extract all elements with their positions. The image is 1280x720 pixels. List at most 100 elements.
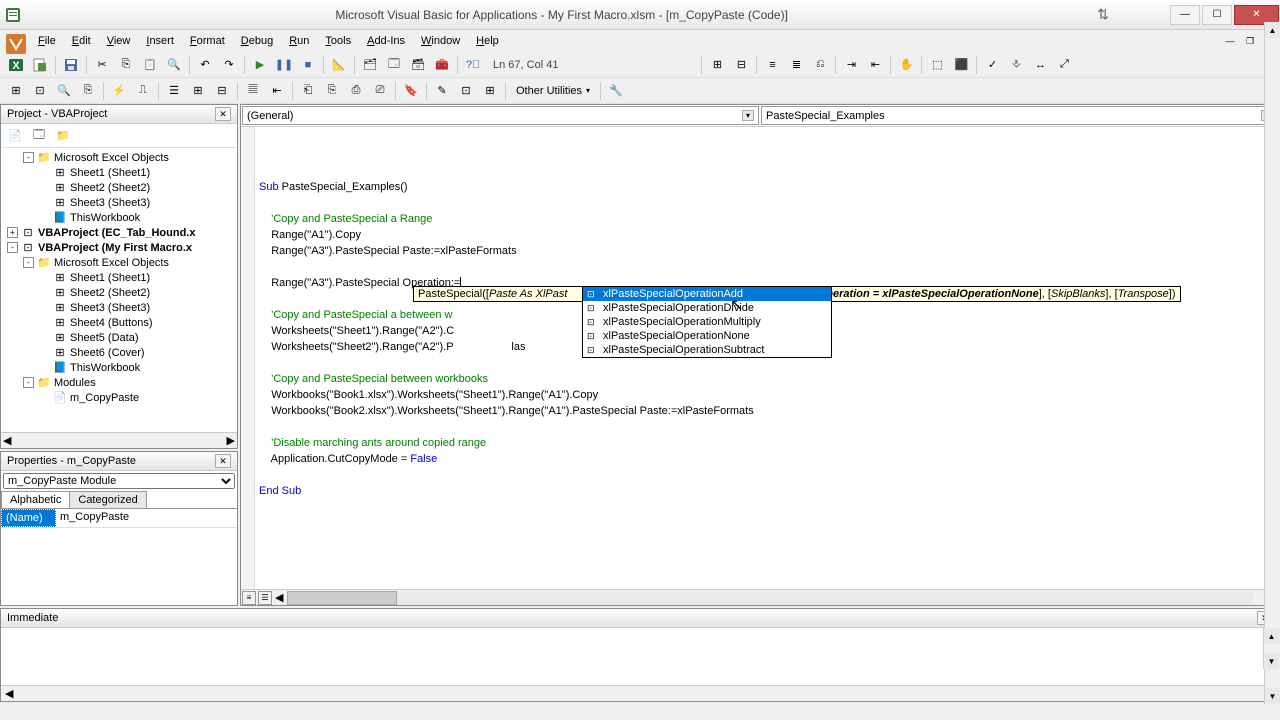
tb-icon-5[interactable]: ⎌ [809, 54, 831, 76]
object-browser-icon[interactable]: 🗃 [407, 54, 429, 76]
properties-object-select[interactable]: m_CopyPaste Module [3, 473, 235, 489]
reset-icon[interactable]: ■ [297, 54, 319, 76]
maximize-button[interactable]: ☐ [1202, 5, 1232, 25]
tree-toggle[interactable]: - [23, 257, 34, 268]
menu-window[interactable]: Window [413, 33, 468, 49]
tree-node[interactable]: ⊞Sheet2 (Sheet2) [3, 180, 235, 195]
tb-icon-8[interactable]: ✓ [981, 54, 1003, 76]
indent-icon[interactable]: ⇥ [840, 54, 862, 76]
tree-node[interactable]: 📘ThisWorkbook [3, 210, 235, 225]
object-dropdown[interactable]: (General) [242, 106, 759, 125]
tree-toggle[interactable]: + [7, 227, 18, 238]
code-editor[interactable]: Sub PasteSpecial_Examples() 'Copy and Pa… [241, 127, 1279, 589]
tb-icon-10[interactable]: ↔ [1029, 54, 1051, 76]
tree-node[interactable]: -📁Microsoft Excel Objects [3, 255, 235, 270]
tb-icon-2[interactable]: ⊟ [730, 54, 752, 76]
tb2-12[interactable]: ⎗ [297, 80, 319, 102]
tb2-8[interactable]: ⊞ [187, 80, 209, 102]
view-excel-icon[interactable]: X [5, 54, 27, 76]
tb2-2[interactable]: ⊡ [29, 80, 51, 102]
intellisense-item[interactable]: ⊡xlPasteSpecialOperationNone [583, 329, 831, 343]
tb2-11[interactable]: ⇤ [266, 80, 288, 102]
help-icon[interactable]: ?⃝ [462, 54, 484, 76]
full-module-view-icon[interactable]: ☰ [258, 591, 272, 605]
tb2-4[interactable]: ⎘ [77, 80, 99, 102]
toolbox-icon[interactable]: 🧰 [431, 54, 453, 76]
tree-node[interactable]: ⊞Sheet4 (Buttons) [3, 315, 235, 330]
menu-help[interactable]: Help [468, 33, 507, 49]
project-close-button[interactable]: ✕ [215, 107, 231, 121]
tree-node[interactable]: -📁Modules [3, 375, 235, 390]
tree-toggle[interactable]: - [7, 242, 18, 253]
menu-tools[interactable]: Tools [317, 33, 359, 49]
tb2-7[interactable]: ☰ [163, 80, 185, 102]
mdi-restore[interactable]: ❐ [1241, 33, 1259, 49]
menu-debug[interactable]: Debug [233, 33, 281, 49]
tab-alphabetic[interactable]: Alphabetic [1, 491, 70, 508]
paste-icon[interactable]: 📋 [139, 54, 161, 76]
tree-node[interactable]: -📁Microsoft Excel Objects [3, 150, 235, 165]
procedure-view-icon[interactable]: ≡ [242, 591, 256, 605]
tree-node[interactable]: 📘ThisWorkbook [3, 360, 235, 375]
tb2-3[interactable]: 🔍 [53, 80, 75, 102]
tb2-15[interactable]: ⎚ [369, 80, 391, 102]
restore-down-icon[interactable]: ⇅ [1097, 6, 1109, 23]
tb2-17[interactable]: ✎ [431, 80, 453, 102]
tb2-14[interactable]: ⎙ [345, 80, 367, 102]
tree-toggle[interactable]: - [23, 152, 34, 163]
insert-module-icon[interactable] [29, 54, 51, 76]
tb2-18[interactable]: ⊡ [455, 80, 477, 102]
property-value[interactable]: m_CopyPaste [56, 509, 237, 527]
tb2-9[interactable]: ⊟ [211, 80, 233, 102]
save-icon[interactable] [60, 54, 82, 76]
property-row[interactable]: (Name) m_CopyPaste [1, 509, 237, 528]
intellisense-item[interactable]: ⊡xlPasteSpecialOperationAdd [583, 287, 831, 301]
design-mode-icon[interactable]: 📐 [328, 54, 350, 76]
tb-icon-6[interactable]: ⬚ [926, 54, 948, 76]
outdent-icon[interactable]: ⇤ [864, 54, 886, 76]
tb2-6[interactable]: ⎍ [132, 80, 154, 102]
tb2-1[interactable]: ⊞ [5, 80, 27, 102]
tb2-10[interactable]: 𝄚 [242, 80, 264, 102]
tb-icon-1[interactable]: ⊞ [706, 54, 728, 76]
find-icon[interactable]: 🔍 [163, 54, 185, 76]
minimize-button[interactable]: — [1170, 5, 1200, 25]
immediate-input[interactable]: ▲ ▼ [1, 628, 1279, 685]
run-icon[interactable]: ▶ [249, 54, 271, 76]
break-icon[interactable]: ❚❚ [273, 54, 295, 76]
menu-run[interactable]: Run [281, 33, 317, 49]
menu-insert[interactable]: Insert [138, 33, 182, 49]
view-code-icon[interactable]: 📄 [4, 126, 26, 146]
tree-node[interactable]: ⊞Sheet3 (Sheet3) [3, 195, 235, 210]
menu-file[interactable]: File [30, 33, 64, 49]
cut-icon[interactable]: ✂ [91, 54, 113, 76]
copy-icon[interactable]: ⎘ [115, 54, 137, 76]
other-utilities-dropdown[interactable]: Other Utilities [509, 82, 597, 100]
tb-icon-4[interactable]: ≣ [785, 54, 807, 76]
tree-node[interactable]: ⊞Sheet5 (Data) [3, 330, 235, 345]
tab-categorized[interactable]: Categorized [69, 491, 146, 508]
tree-node[interactable]: +⊡VBAProject (EC_Tab_Hound.x [3, 225, 235, 240]
tb2-16[interactable]: 🔖 [400, 80, 422, 102]
mdi-minimize[interactable]: — [1221, 33, 1239, 49]
tree-toggle[interactable]: - [23, 377, 34, 388]
intellisense-item[interactable]: ⊡xlPasteSpecialOperationDivide [583, 301, 831, 315]
tb2-19[interactable]: ⊞ [479, 80, 501, 102]
tree-node[interactable]: ⊞Sheet1 (Sheet1) [3, 165, 235, 180]
tree-node[interactable]: 📄m_CopyPaste [3, 390, 235, 405]
procedure-dropdown[interactable]: PasteSpecial_Examples [761, 106, 1278, 125]
intellisense-item[interactable]: ⊡xlPasteSpecialOperationSubtract [583, 343, 831, 357]
tree-node[interactable]: ⊞Sheet1 (Sheet1) [3, 270, 235, 285]
tb2-13[interactable]: ⎘ [321, 80, 343, 102]
properties-close-button[interactable]: ✕ [215, 454, 231, 468]
code-h-scroll[interactable]: ≡ ☰ ◀ ▶ [241, 589, 1279, 605]
tree-node[interactable]: ⊞Sheet6 (Cover) [3, 345, 235, 360]
immediate-v-scroll[interactable]: ▲ ▼ [1263, 628, 1279, 669]
tb2-5[interactable]: ⚡ [108, 80, 130, 102]
tb-icon-3[interactable]: ≡ [761, 54, 783, 76]
tb-icon-11[interactable]: ⤢ [1053, 54, 1075, 76]
menu-add-ins[interactable]: Add-Ins [359, 33, 413, 49]
hand-icon[interactable]: ✋ [895, 54, 917, 76]
menu-edit[interactable]: Edit [64, 33, 99, 49]
view-object-icon[interactable]: 🗔 [28, 126, 50, 146]
